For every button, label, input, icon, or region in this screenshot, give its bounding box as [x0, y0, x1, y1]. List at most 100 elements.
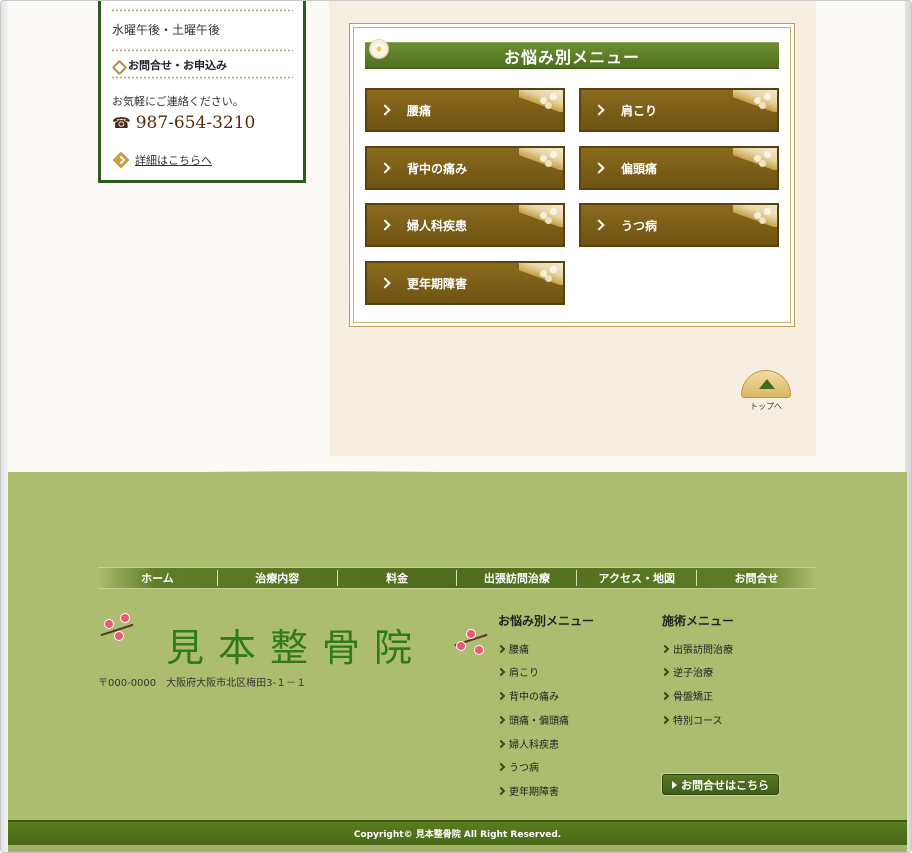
- back-to-top-button[interactable]: トップへ: [738, 370, 794, 416]
- chevron-right-icon: [496, 715, 506, 724]
- footer-nav-pricing[interactable]: 料金: [338, 570, 458, 586]
- chevron-right-icon: [660, 644, 670, 653]
- footer-nav-home-visit[interactable]: 出張訪問治療: [457, 570, 578, 586]
- footer-link-treatment[interactable]: 出張訪問治療: [660, 641, 733, 656]
- menu-button-label: うつ病: [621, 218, 658, 233]
- menu-button-label: 肩こり: [621, 103, 658, 118]
- closed-hours: 水曜午後・土曜午後: [112, 23, 221, 37]
- sidebar-contact-box: 水曜午後・土曜午後 お問合せ・お申込み お気軽にご連絡ください。 ☎ 987-6…: [98, 1, 306, 183]
- footer-link-label[interactable]: 更年期障害: [509, 783, 559, 798]
- dotted-divider: [111, 49, 293, 52]
- footer-link-label[interactable]: 出張訪問治療: [673, 641, 733, 656]
- footer-nav: ホーム 治療内容 料金 出張訪問治療 アクセス・地図 お問合せ: [98, 567, 816, 589]
- page-frame: 水曜午後・土曜午後 お問合せ・お申込み お気軽にご連絡ください。 ☎ 987-6…: [0, 0, 912, 853]
- clinic-address: 〒000-0000 大阪府大阪市北区梅田3-１－１: [98, 678, 307, 689]
- menu-button-menopause[interactable]: 更年期障害: [365, 261, 565, 305]
- footer-link-concern[interactable]: 婦人科疾患: [496, 736, 559, 751]
- footer-link-concern[interactable]: 更年期障害: [496, 783, 559, 798]
- copyright-bar: Copyright© 見本整骨院 All Right Reserved.: [8, 820, 907, 845]
- chevron-right-icon: [593, 104, 605, 116]
- chevron-right-icon: [593, 219, 605, 231]
- chevron-right-icon: [593, 162, 605, 174]
- contact-heading-label: お問合せ・お申込み: [128, 59, 227, 72]
- footer-link-label[interactable]: 頭痛・偏頭痛: [509, 712, 569, 727]
- concerns-menu-title: お悩み別メニュー: [365, 42, 779, 69]
- menu-button-stiff-shoulder[interactable]: 肩こり: [579, 88, 779, 132]
- footer-link-treatment[interactable]: 特別コース: [660, 712, 723, 727]
- footer-link-label[interactable]: 腰痛: [509, 641, 529, 656]
- chevron-right-icon: [660, 715, 670, 724]
- contact-message: お気軽にご連絡ください。: [112, 95, 244, 108]
- footer-link-concern[interactable]: 肩こり: [496, 664, 539, 679]
- flower-corner-decoration: [519, 90, 563, 112]
- phone-icon: ☎: [112, 114, 131, 132]
- details-link[interactable]: 詳細はこちらへ: [112, 151, 212, 169]
- flower-icon: [370, 40, 388, 58]
- plum-blossom-icon: [98, 611, 134, 651]
- footer-concerns-title: お悩み別メニュー: [498, 614, 595, 628]
- footer-link-label[interactable]: 背中の痛み: [509, 688, 559, 703]
- menu-button-label: 背中の痛み: [407, 161, 468, 176]
- phone-number-text: 987-654-3210: [135, 113, 256, 133]
- menu-button-migraine[interactable]: 偏頭痛: [579, 146, 779, 190]
- footer-link-concern[interactable]: うつ病: [496, 759, 539, 774]
- plum-blossom-icon: [452, 621, 488, 661]
- play-arrow-icon: [672, 780, 677, 789]
- flower-corner-decoration: [733, 90, 777, 112]
- menu-button-label: 偏頭痛: [621, 161, 658, 176]
- footer-link-label[interactable]: 逆子治療: [673, 664, 713, 679]
- footer-link-label[interactable]: うつ病: [509, 759, 539, 774]
- footer-link-label[interactable]: 骨盤矯正: [673, 688, 713, 703]
- footer-link-label[interactable]: 婦人科疾患: [509, 736, 559, 751]
- petal-shape: [456, 641, 466, 651]
- logo-text: 見本整骨院: [166, 626, 427, 670]
- knot-icon: [112, 60, 123, 71]
- chevron-right-icon: [496, 786, 506, 795]
- footer-treatment-title: 施術メニュー: [662, 614, 735, 628]
- flower-corner-decoration: [519, 205, 563, 227]
- chevron-right-icon: [379, 219, 391, 231]
- footer-link-label[interactable]: 特別コース: [673, 712, 723, 727]
- chevron-right-icon: [660, 667, 670, 676]
- menu-button-label: 婦人科疾患: [407, 218, 468, 233]
- menu-button-lower-back-pain[interactable]: 腰痛: [365, 88, 565, 132]
- frame-left-edge: [1, 1, 8, 852]
- footer-link-concern[interactable]: 頭痛・偏頭痛: [496, 712, 569, 727]
- petal-shape: [104, 619, 114, 629]
- menu-button-depression[interactable]: うつ病: [579, 203, 779, 247]
- chevron-right-icon: [379, 104, 391, 116]
- dotted-divider: [111, 9, 293, 12]
- footer-nav-home[interactable]: ホーム: [98, 570, 218, 586]
- footer-link-treatment[interactable]: 骨盤矯正: [660, 688, 713, 703]
- chevron-right-icon: [660, 691, 670, 700]
- flower-corner-decoration: [519, 263, 563, 285]
- clinic-logo[interactable]: 見本整骨院: [98, 607, 490, 670]
- footer-nav-access[interactable]: アクセス・地図: [577, 570, 698, 586]
- flower-corner-decoration: [733, 205, 777, 227]
- dotted-divider: [111, 76, 293, 79]
- menu-button-gynecological[interactable]: 婦人科疾患: [365, 203, 565, 247]
- contact-button-label: お問合せはこちら: [681, 778, 769, 792]
- footer-link-label[interactable]: 肩こり: [509, 664, 539, 679]
- contact-button[interactable]: お問合せはこちら: [662, 774, 779, 795]
- footer-link-concern[interactable]: 腰痛: [496, 641, 529, 656]
- back-to-top-label: トップへ: [750, 402, 782, 411]
- menu-button-label: 腰痛: [407, 103, 432, 118]
- menu-button-label: 更年期障害: [407, 276, 468, 291]
- footer-nav-contact[interactable]: お問合せ: [697, 570, 816, 586]
- menu-button-back-pain[interactable]: 背中の痛み: [365, 146, 565, 190]
- flower-corner-decoration: [733, 148, 777, 170]
- copyright-text: Copyright© 見本整骨院 All Right Reserved.: [353, 830, 562, 840]
- chevron-right-icon: [496, 762, 506, 771]
- footer-nav-treatment[interactable]: 治療内容: [218, 570, 338, 586]
- petal-shape: [474, 645, 484, 655]
- fan-up-arrow-icon: [741, 370, 791, 398]
- contact-heading: お問合せ・お申込み: [112, 57, 227, 73]
- chevron-right-icon: [496, 667, 506, 676]
- concerns-menu-title-text: お悩み別メニュー: [503, 47, 640, 67]
- petal-shape: [114, 631, 124, 641]
- details-link-label[interactable]: 詳細はこちらへ: [135, 152, 212, 168]
- footer-link-treatment[interactable]: 逆子治療: [660, 664, 713, 679]
- footer-link-concern[interactable]: 背中の痛み: [496, 688, 559, 703]
- petal-shape: [466, 629, 476, 639]
